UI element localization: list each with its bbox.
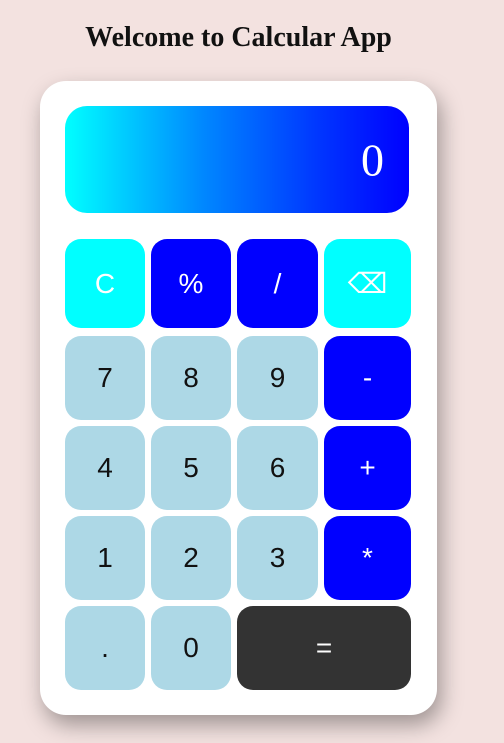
plus-button[interactable]: + bbox=[324, 426, 411, 510]
digit-9-button[interactable]: 9 bbox=[237, 336, 318, 420]
multiply-button[interactable]: * bbox=[324, 516, 411, 600]
divide-button[interactable]: / bbox=[237, 239, 318, 328]
decimal-button[interactable]: . bbox=[65, 606, 145, 690]
percent-button[interactable]: % bbox=[151, 239, 231, 328]
equals-button[interactable]: = bbox=[237, 606, 411, 690]
digit-1-button[interactable]: 1 bbox=[65, 516, 145, 600]
minus-button[interactable]: - bbox=[324, 336, 411, 420]
calculator-display: 0 bbox=[65, 106, 409, 213]
digit-7-button[interactable]: 7 bbox=[65, 336, 145, 420]
digit-4-button[interactable]: 4 bbox=[65, 426, 145, 510]
display-value: 0 bbox=[361, 134, 384, 185]
calculator-card: 0 C % / ⌫ 7 8 9 - 4 5 6 + 1 2 3 * . 0 = bbox=[40, 81, 437, 715]
digit-0-button[interactable]: 0 bbox=[151, 606, 231, 690]
digit-3-button[interactable]: 3 bbox=[237, 516, 318, 600]
backspace-icon: ⌫ bbox=[347, 268, 388, 299]
digit-6-button[interactable]: 6 bbox=[237, 426, 318, 510]
backspace-button[interactable]: ⌫ bbox=[324, 239, 411, 328]
digit-5-button[interactable]: 5 bbox=[151, 426, 231, 510]
clear-button[interactable]: C bbox=[65, 239, 145, 328]
page-title: Welcome to Calcular App bbox=[85, 22, 392, 53]
digit-2-button[interactable]: 2 bbox=[151, 516, 231, 600]
digit-8-button[interactable]: 8 bbox=[151, 336, 231, 420]
